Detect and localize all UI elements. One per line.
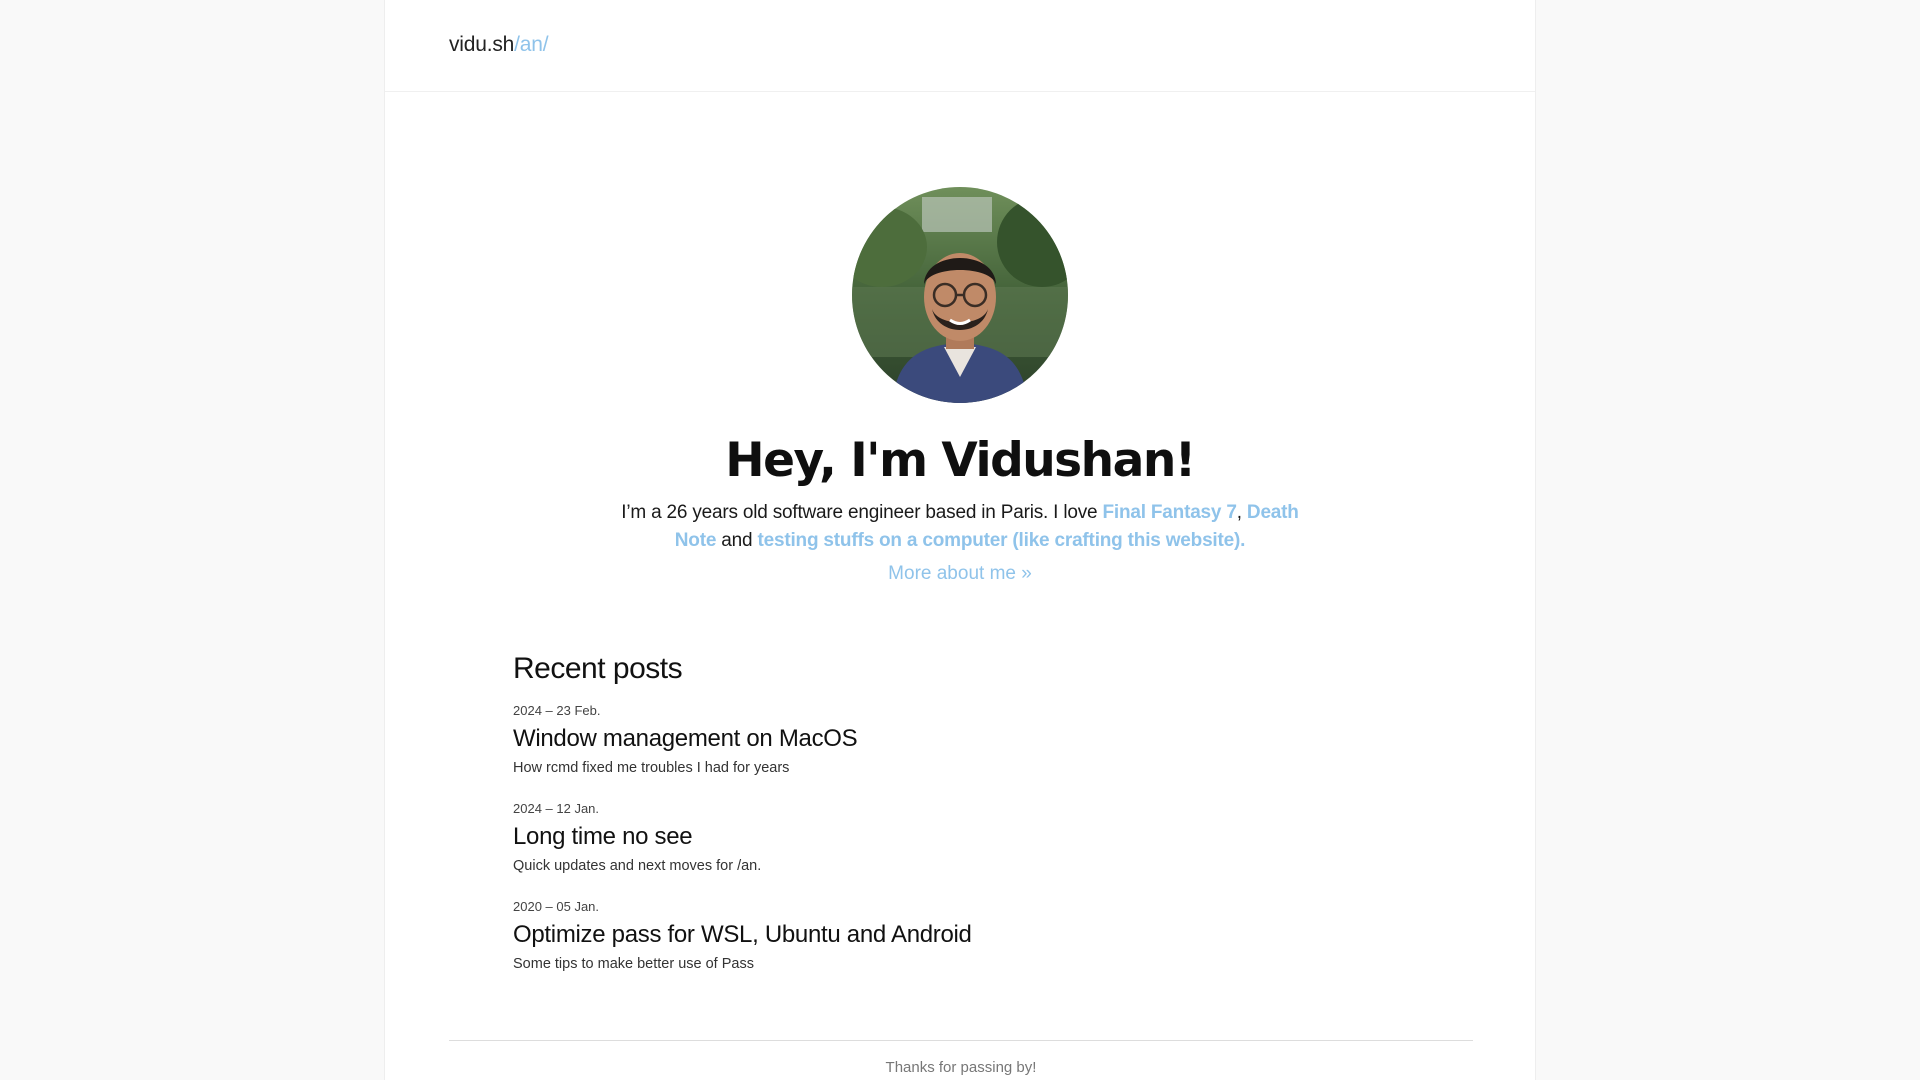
post-item: 2024 – 12 Jan. Long time no see Quick up… <box>513 801 1413 875</box>
site-logo-link[interactable]: vidu.sh/an/ <box>449 33 549 57</box>
post-description: How rcmd fixed me troubles I had for yea… <box>513 760 790 776</box>
avatar <box>852 187 1068 403</box>
recent-posts-section: Recent posts 2024 – 23 Feb. Window manag… <box>513 652 1413 973</box>
final-fantasy-link[interactable]: Final Fantasy 7 <box>1102 502 1236 523</box>
logo-main-text: vidu.sh <box>449 33 515 56</box>
post-date: 2024 – 12 Jan. <box>513 801 600 816</box>
intro-comma: , <box>1236 502 1247 524</box>
post-description: Quick updates and next moves for /an. <box>513 858 762 874</box>
post-description: Some tips to make better use of Pass <box>513 956 754 972</box>
post-item: 2020 – 05 Jan. Optimize pass for WSL, Ub… <box>513 899 1413 973</box>
hero-section: Hey, I'm Vidushan! I’m a 26 years old so… <box>385 187 1535 585</box>
testing-stuffs-link[interactable]: testing stuffs on a computer (like craft… <box>757 530 1245 551</box>
intro-text: I’m a 26 years old software engineer bas… <box>621 502 1103 524</box>
logo-accent-text: /an/ <box>514 33 549 56</box>
post-date: 2020 – 05 Jan. <box>513 899 600 914</box>
site-footer: Thanks for passing by! <box>449 1040 1473 1076</box>
post-title-link[interactable]: Long time no see <box>513 822 1413 852</box>
hero-title: Hey, I'm Vidushan! <box>725 433 1196 488</box>
intro-and: and <box>716 530 758 552</box>
post-date: 2024 – 23 Feb. <box>513 703 601 718</box>
avatar-photo <box>852 187 1068 403</box>
intro-paragraph: I’m a 26 years old software engineer bas… <box>620 499 1300 555</box>
site-header: vidu.sh/an/ <box>385 0 1535 92</box>
page-container: vidu.sh/an/ Hey, I'm Vidushan! I’m a 26 … <box>384 0 1536 1080</box>
more-about-me-link[interactable]: More about me » <box>888 563 1032 585</box>
recent-posts-heading: Recent posts <box>513 652 683 685</box>
footer-text: Thanks for passing by! <box>885 1059 1037 1076</box>
post-title-link[interactable]: Optimize pass for WSL, Ubuntu and Androi… <box>513 920 1413 950</box>
post-item: 2024 – 23 Feb. Window management on MacO… <box>513 703 1413 777</box>
post-title-link[interactable]: Window management on MacOS <box>513 724 1413 754</box>
